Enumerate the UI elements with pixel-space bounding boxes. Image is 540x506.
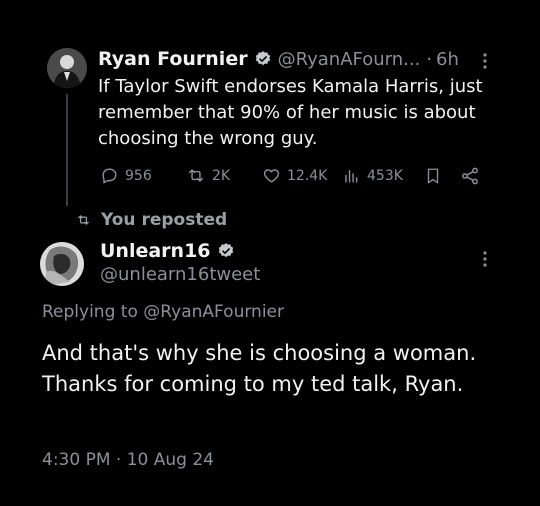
more-icon[interactable] xyxy=(478,250,492,272)
post-time[interactable]: 6h xyxy=(436,49,459,70)
views-icon xyxy=(345,170,358,183)
separator: · xyxy=(426,48,433,70)
reply-text: And that's why she is choosing a woman. … xyxy=(42,341,490,396)
repost-banner-label: You reposted xyxy=(101,210,228,230)
original-tweet[interactable]: Ryan Fournier @RyanAFourn... · 6h If Tay… xyxy=(0,0,540,206)
repost-count: 2K xyxy=(212,167,231,184)
original-text: If Taylor Swift endorses Kamala Harris, … xyxy=(98,76,483,149)
unlearn-avatar[interactable] xyxy=(40,242,84,286)
repost-icon xyxy=(188,169,204,182)
verified-badge-icon xyxy=(255,51,270,66)
reply-tweet[interactable]: Unlearn16 @unlearn16tweet Replying to @R… xyxy=(0,236,540,506)
repost-banner: You reposted xyxy=(76,210,227,230)
more-icon[interactable] xyxy=(478,52,492,73)
thread-line xyxy=(66,94,68,206)
repost-icon xyxy=(78,215,89,225)
views-action[interactable]: 453K xyxy=(342,166,403,185)
reply-action[interactable]: 956 xyxy=(100,166,152,185)
reply-icon xyxy=(102,168,117,184)
author-handle[interactable]: @RyanAFourn... xyxy=(278,49,421,70)
person-silhouette-icon xyxy=(47,48,87,88)
reply-count: 956 xyxy=(125,167,152,184)
like-icon xyxy=(263,169,280,183)
author-handle[interactable]: @unlearn16tweet xyxy=(100,264,260,285)
bookmark-icon[interactable] xyxy=(424,166,442,190)
profile-photo-icon xyxy=(40,242,84,286)
original-header: Ryan Fournier @RyanAFourn... · 6h xyxy=(98,48,459,70)
author-name[interactable]: Ryan Fournier xyxy=(98,48,248,70)
ryan-avatar[interactable] xyxy=(47,48,87,88)
author-name[interactable]: Unlearn16 xyxy=(100,240,211,262)
like-action[interactable]: 12.4K xyxy=(262,166,327,185)
like-count: 12.4K xyxy=(287,167,328,184)
timestamp[interactable]: 4:30 PM · 10 Aug 24 xyxy=(42,450,214,470)
share-icon[interactable] xyxy=(460,166,480,190)
verified-badge-icon xyxy=(218,243,233,258)
replying-to[interactable]: Replying to @RyanAFournier xyxy=(42,302,284,322)
views-count: 453K xyxy=(367,167,403,184)
repost-action[interactable]: 2K xyxy=(186,166,230,185)
reply-header: Unlearn16 xyxy=(100,240,235,262)
